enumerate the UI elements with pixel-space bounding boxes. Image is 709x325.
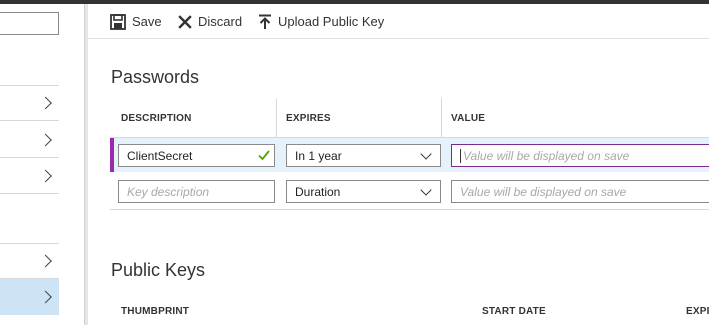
chevron-down-icon bbox=[420, 184, 432, 196]
table-bottom-divider bbox=[110, 209, 709, 210]
passwords-title: Passwords bbox=[111, 67, 200, 87]
nav-item-selected[interactable] bbox=[0, 279, 59, 315]
upload-icon bbox=[259, 14, 271, 29]
duration-value: Duration bbox=[295, 184, 341, 199]
column-header-start-date: START DATE bbox=[482, 306, 546, 317]
value-placeholder: Value will be displayed on save bbox=[460, 184, 627, 199]
chevron-right-icon bbox=[39, 133, 52, 146]
close-icon bbox=[178, 14, 192, 29]
value-placeholder: Value will be displayed on save bbox=[463, 148, 630, 163]
column-header-value: VALUE bbox=[451, 113, 486, 124]
nav-item[interactable] bbox=[0, 85, 59, 121]
blade-divider bbox=[85, 4, 88, 325]
column-header-thumbprint: THUMBPRINT bbox=[121, 306, 190, 317]
nav-item[interactable] bbox=[0, 158, 59, 194]
chevron-down-icon bbox=[420, 148, 432, 160]
description-field[interactable]: ClientSecret bbox=[118, 144, 275, 167]
chevron-right-icon bbox=[39, 290, 52, 303]
nav-item[interactable] bbox=[0, 243, 59, 279]
column-header-description: DESCRIPTION bbox=[121, 113, 192, 124]
duration-dropdown[interactable]: Duration bbox=[286, 180, 441, 203]
discard-button[interactable]: Discard bbox=[178, 4, 242, 39]
expires-dropdown[interactable]: In 1 year bbox=[286, 144, 441, 167]
value-field[interactable]: Value will be displayed on save bbox=[451, 144, 709, 167]
left-blade bbox=[0, 4, 85, 325]
discard-label: Discard bbox=[198, 14, 243, 29]
text-cursor bbox=[460, 148, 461, 163]
public-keys-title: Public Keys bbox=[111, 260, 206, 280]
expires-value: In 1 year bbox=[295, 148, 342, 163]
save-label: Save bbox=[132, 14, 162, 29]
upload-public-key-button[interactable]: Upload Public Key bbox=[258, 4, 384, 39]
command-bar: Save Discard Upload Public Key bbox=[88, 4, 709, 39]
column-separator bbox=[441, 98, 442, 138]
new-value-field[interactable]: Value will be displayed on save bbox=[451, 180, 709, 203]
search-input[interactable] bbox=[0, 12, 59, 35]
save-button[interactable]: Save bbox=[110, 4, 162, 39]
nav-item[interactable] bbox=[0, 122, 59, 158]
save-icon bbox=[110, 13, 126, 30]
column-separator bbox=[276, 98, 277, 138]
upload-label: Upload Public Key bbox=[278, 14, 385, 29]
checkmark-icon bbox=[258, 150, 270, 161]
chevron-right-icon bbox=[39, 96, 52, 110]
selected-row-indicator bbox=[110, 138, 114, 172]
column-header-expires: EXPIRES bbox=[286, 113, 331, 124]
new-description-field[interactable]: Key description bbox=[118, 180, 275, 203]
chevron-right-icon bbox=[39, 254, 52, 268]
description-value: ClientSecret bbox=[127, 148, 193, 163]
column-header-expires: EXPI bbox=[686, 306, 709, 317]
chevron-right-icon bbox=[39, 169, 52, 182]
description-placeholder: Key description bbox=[127, 184, 210, 199]
